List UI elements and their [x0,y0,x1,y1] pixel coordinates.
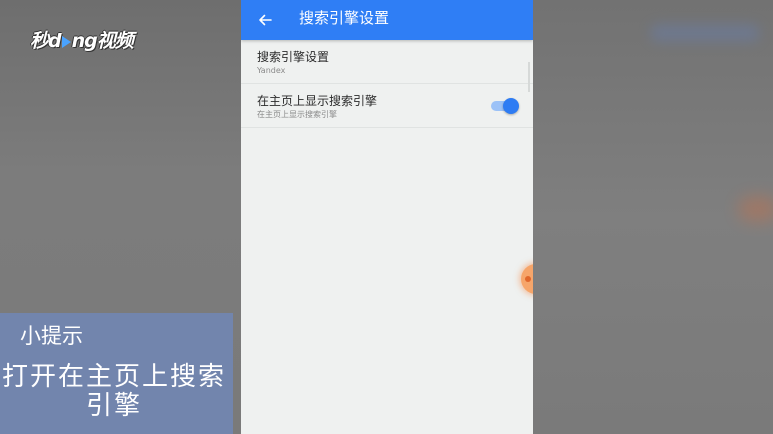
background-smudge [738,196,773,222]
watermark-text-end: ng视频 [71,30,134,52]
page-title: 搜索引擎设置 [299,9,390,27]
watermark-logo: 秒d ng视频 [30,26,134,53]
tip-overlay: 小提示 打开在主页上搜索引擎 [0,313,233,434]
tip-title: 小提示 [20,324,83,348]
show-search-engine-row[interactable]: 在主页上显示搜索引擎 在主页上显示搜索引擎 [241,84,533,128]
scrollbar[interactable] [528,62,530,92]
play-icon [61,35,71,48]
toggle-knob [503,98,519,114]
setting-title: 在主页上显示搜索引擎 [257,94,378,108]
setting-subtitle: Yandex [257,66,286,75]
back-button[interactable] [253,8,277,32]
search-engine-setting-row[interactable]: 搜索引擎设置 Yandex [241,40,533,84]
setting-title: 搜索引擎设置 [257,50,330,64]
blurred-background-right [533,0,773,434]
floating-button[interactable] [521,264,533,294]
app-bar: 搜索引擎设置 [241,0,533,40]
setting-subtitle: 在主页上显示搜索引擎 [257,110,337,119]
watermark-text-start: 秒d [30,30,62,52]
background-smudge [650,24,760,42]
arrow-left-icon [259,14,272,26]
tip-body: 打开在主页上搜索引擎 [1,362,226,421]
phone-screen: 搜索引擎设置 搜索引擎设置 Yandex 在主页上显示搜索引擎 在主页上显示搜索… [241,0,533,434]
show-search-engine-toggle[interactable] [490,98,519,114]
